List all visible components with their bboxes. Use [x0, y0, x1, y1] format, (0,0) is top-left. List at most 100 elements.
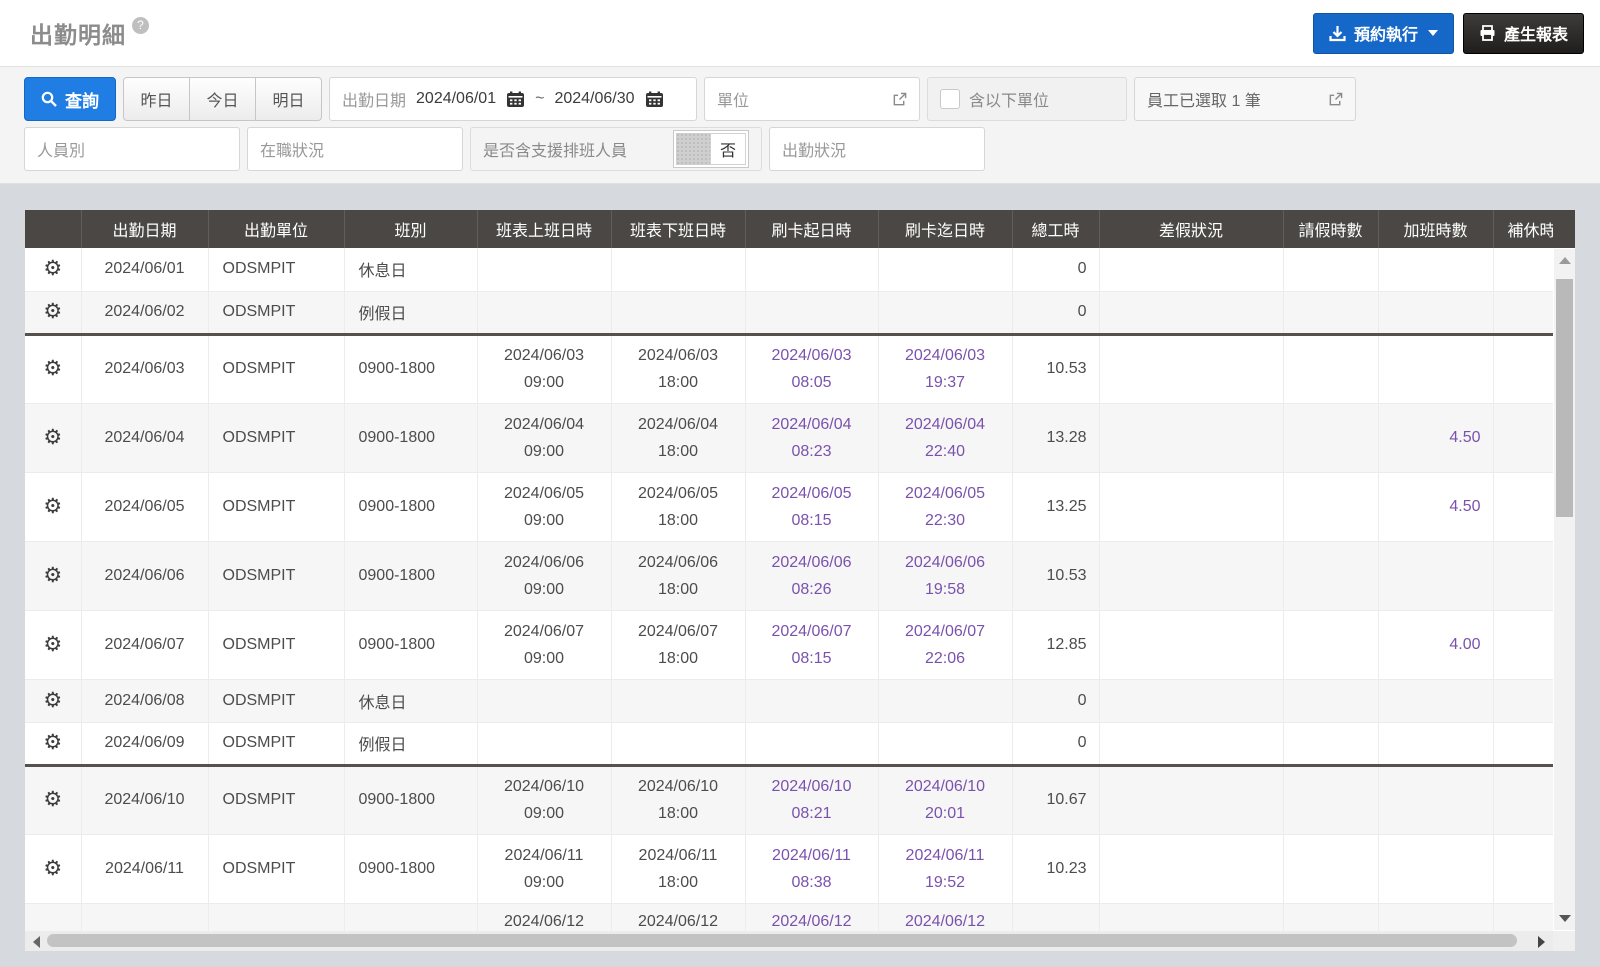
punch-out-cell[interactable]: 2024/06/07 22:06 — [878, 610, 1012, 679]
scheduled-out-cell: 2024/06/03 18:00 — [611, 334, 745, 403]
vertical-scroll-thumb[interactable] — [1556, 279, 1573, 517]
attendance-date-cell: 2024/06/05 — [81, 472, 208, 541]
attendance-unit-cell: ODSMPIT — [208, 610, 344, 679]
overtime-hours-cell[interactable] — [1378, 248, 1493, 291]
external-link-icon[interactable] — [892, 92, 907, 107]
date-to-value[interactable]: 2024/06/30 — [554, 90, 634, 108]
punch-out-cell[interactable]: 2024/06/12 — [878, 903, 1012, 931]
punch-out-cell[interactable]: 2024/06/05 22:30 — [878, 472, 1012, 541]
scroll-left-icon[interactable] — [33, 936, 40, 948]
column-header[interactable]: 差假狀況 — [1099, 210, 1283, 248]
column-header[interactable]: 刷卡迄日時 — [878, 210, 1012, 248]
overtime-hours-cell[interactable] — [1378, 722, 1493, 765]
overtime-hours-cell[interactable] — [1378, 765, 1493, 834]
unit-picker[interactable]: 單位 — [704, 77, 920, 121]
punch-out-cell[interactable]: 2024/06/03 19:37 — [878, 334, 1012, 403]
punch-in-cell[interactable]: 2024/06/03 08:05 — [745, 334, 878, 403]
yesterday-button[interactable]: 昨日 — [123, 77, 190, 121]
punch-out-cell[interactable]: 2024/06/11 19:52 — [878, 834, 1012, 903]
support-shift-toggle[interactable]: 否 — [673, 130, 749, 168]
schedule-run-button[interactable]: 預約執行 — [1313, 13, 1454, 54]
column-header[interactable]: 出勤單位 — [208, 210, 344, 248]
gear-icon[interactable]: ⚙ — [43, 633, 62, 656]
column-header[interactable]: 班表上班日時 — [477, 210, 611, 248]
overtime-hours-cell[interactable]: 4.00 — [1378, 610, 1493, 679]
gear-icon[interactable]: ⚙ — [43, 426, 62, 449]
tomorrow-button[interactable]: 明日 — [255, 77, 322, 121]
punch-in-cell[interactable] — [745, 722, 878, 765]
overtime-hours-cell[interactable] — [1378, 679, 1493, 722]
column-header[interactable]: 補休時數 — [1493, 210, 1553, 248]
punch-out-cell[interactable]: 2024/06/10 20:01 — [878, 765, 1012, 834]
help-icon[interactable]: ? — [132, 17, 149, 34]
gear-icon[interactable]: ⚙ — [43, 357, 62, 380]
scheduled-out-cell: 2024/06/12 — [611, 903, 745, 931]
gear-icon[interactable]: ⚙ — [43, 788, 62, 811]
overtime-hours-cell[interactable] — [1378, 334, 1493, 403]
column-header[interactable]: 班表下班日時 — [611, 210, 745, 248]
scroll-down-icon[interactable] — [1559, 915, 1571, 922]
comp-hours-cell — [1493, 610, 1553, 679]
calendar-icon[interactable] — [645, 91, 664, 108]
punch-out-cell[interactable] — [878, 248, 1012, 291]
query-button[interactable]: 查詢 — [24, 77, 116, 121]
gear-icon[interactable]: ⚙ — [43, 495, 62, 518]
column-header[interactable] — [25, 210, 81, 248]
gear-icon[interactable]: ⚙ — [43, 857, 62, 880]
punch-out-cell[interactable]: 2024/06/06 19:58 — [878, 541, 1012, 610]
punch-in-cell[interactable]: 2024/06/05 08:15 — [745, 472, 878, 541]
employment-status-placeholder: 在職狀況 — [260, 137, 324, 161]
punch-in-cell[interactable]: 2024/06/07 08:15 — [745, 610, 878, 679]
punch-in-cell[interactable]: 2024/06/11 08:38 — [745, 834, 878, 903]
punch-in-cell[interactable] — [745, 248, 878, 291]
external-link-icon[interactable] — [1328, 92, 1343, 107]
overtime-hours-cell[interactable] — [1378, 291, 1493, 334]
gear-icon[interactable]: ⚙ — [43, 257, 62, 280]
leave-hours-cell — [1283, 722, 1378, 765]
overtime-hours-cell[interactable] — [1378, 903, 1493, 931]
column-header[interactable]: 請假時數 — [1283, 210, 1378, 248]
overtime-hours-cell[interactable]: 4.50 — [1378, 472, 1493, 541]
horizontal-scrollbar[interactable] — [25, 931, 1553, 951]
gear-icon[interactable]: ⚙ — [43, 731, 62, 754]
column-header[interactable]: 刷卡起日時 — [745, 210, 878, 248]
scroll-up-icon[interactable] — [1559, 257, 1571, 264]
punch-out-cell[interactable] — [878, 679, 1012, 722]
punch-in-cell[interactable]: 2024/06/10 08:21 — [745, 765, 878, 834]
employment-status-select[interactable]: 在職狀況 — [247, 127, 463, 171]
punch-in-cell[interactable]: 2024/06/12 — [745, 903, 878, 931]
overtime-hours-cell[interactable] — [1378, 541, 1493, 610]
gear-icon[interactable]: ⚙ — [43, 564, 62, 587]
gear-icon[interactable]: ⚙ — [43, 300, 62, 323]
overtime-hours-cell[interactable] — [1378, 834, 1493, 903]
punch-out-cell[interactable] — [878, 722, 1012, 765]
date-from-value[interactable]: 2024/06/01 — [416, 90, 496, 108]
horizontal-scroll-thumb[interactable] — [47, 934, 1517, 947]
punch-in-cell[interactable] — [745, 291, 878, 334]
gear-icon[interactable]: ⚙ — [43, 689, 62, 712]
column-header[interactable]: 加班時數 — [1378, 210, 1493, 248]
punch-in-cell[interactable]: 2024/06/04 08:23 — [745, 403, 878, 472]
attendance-status-select[interactable]: 出勤狀況 — [769, 127, 985, 171]
punch-out-cell[interactable] — [878, 291, 1012, 334]
column-header[interactable]: 出勤日期 — [81, 210, 208, 248]
vertical-scrollbar[interactable] — [1554, 249, 1575, 930]
calendar-icon[interactable] — [506, 91, 525, 108]
generate-report-button[interactable]: 產生報表 — [1463, 13, 1584, 54]
column-header[interactable]: 班別 — [344, 210, 477, 248]
scheduled-out-cell: 2024/06/04 18:00 — [611, 403, 745, 472]
leave-hours-cell — [1283, 903, 1378, 931]
column-header[interactable]: 總工時 — [1012, 210, 1099, 248]
include-sub-units-checkbox[interactable] — [940, 89, 960, 109]
punch-in-cell[interactable] — [745, 679, 878, 722]
punch-in-cell[interactable]: 2024/06/06 08:26 — [745, 541, 878, 610]
comp-hours-cell — [1493, 334, 1553, 403]
filter-row-1: 查詢 昨日 今日 明日 出勤日期 2024/06/01 ~ 2024/06/30… — [24, 77, 1576, 121]
today-button[interactable]: 今日 — [189, 77, 256, 121]
shift-cell: 0900-1800 — [344, 403, 477, 472]
employee-picker[interactable]: 員工已選取 1 筆 — [1134, 77, 1356, 121]
punch-out-cell[interactable]: 2024/06/04 22:40 — [878, 403, 1012, 472]
person-type-select[interactable]: 人員別 — [24, 127, 240, 171]
overtime-hours-cell[interactable]: 4.50 — [1378, 403, 1493, 472]
scroll-right-icon[interactable] — [1538, 936, 1545, 948]
